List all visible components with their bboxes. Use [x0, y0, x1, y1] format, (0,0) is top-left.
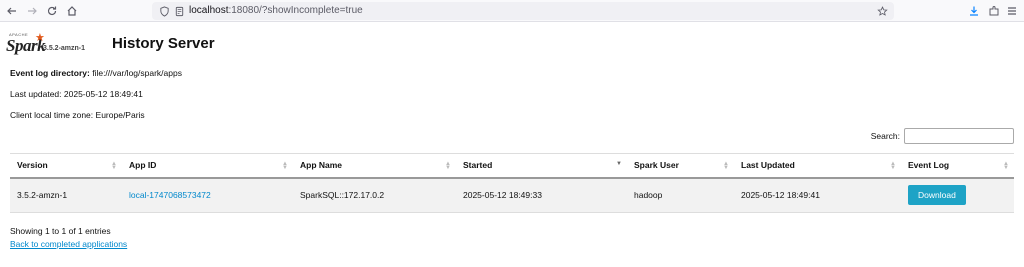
reload-icon[interactable]: [44, 3, 60, 19]
cell-started: 2025-05-12 18:49:33: [456, 177, 627, 213]
downloads-icon[interactable]: [966, 3, 982, 19]
download-button[interactable]: Download: [908, 185, 966, 206]
cell-app-id: local-1747068573472: [122, 177, 293, 213]
shield-icon[interactable]: [158, 5, 170, 17]
cell-event-log: Download: [901, 177, 1014, 213]
table-info: Showing 1 to 1 of 1 entries: [10, 226, 111, 236]
sort-icon: ▲ ▼: [1003, 161, 1009, 171]
column-header-spark-user[interactable]: Spark User ▲ ▼: [627, 153, 734, 179]
table-row: 3.5.2-amzn-1 local-1747068573472 SparkSQ…: [10, 177, 1014, 213]
timezone-value: Europe/Paris: [95, 110, 145, 120]
url-bar[interactable]: localhost:18080/?showIncomplete=true: [152, 2, 894, 20]
bookmark-star-icon[interactable]: [876, 5, 888, 17]
sort-descending-icon: ▼: [616, 161, 622, 167]
url-text: localhost:18080/?showIncomplete=true: [189, 5, 363, 16]
column-header-version[interactable]: Version ▲ ▼: [10, 153, 122, 179]
last-updated-label: Last updated:: [10, 89, 62, 99]
search-input[interactable]: [904, 128, 1014, 144]
home-icon[interactable]: [64, 3, 80, 19]
spark-logo[interactable]: APACHE Spark ★ 3.5.2-amzn-1: [6, 31, 96, 61]
app-id-link[interactable]: local-1747068573472: [129, 190, 211, 200]
sort-icon: ▲ ▼: [111, 161, 117, 171]
cell-version: 3.5.2-amzn-1: [10, 177, 122, 213]
spark-star-icon: ★: [35, 32, 45, 44]
client-timezone: Client local time zone: Europe/Paris: [10, 110, 145, 120]
table-header-row: Version ▲ ▼ App ID ▲ ▼ App Name ▲ ▼ Started ▼ S…: [10, 153, 1014, 179]
back-arrow-icon[interactable]: [4, 3, 20, 19]
cell-spark-user: hadoop: [627, 177, 734, 213]
event-log-value: file:///var/log/spark/apps: [92, 68, 182, 78]
event-log-directory: Event log directory: file:///var/log/spa…: [10, 68, 182, 78]
column-header-event-log[interactable]: Event Log ▲ ▼: [901, 153, 1014, 179]
search: Search:: [871, 128, 1014, 144]
column-header-started[interactable]: Started ▼: [456, 153, 627, 179]
cell-last-updated: 2025-05-12 18:49:41: [734, 177, 901, 213]
event-log-label: Event log directory:: [10, 68, 90, 78]
cell-app-name: SparkSQL::172.17.0.2: [293, 177, 456, 213]
sort-icon: ▲ ▼: [723, 161, 729, 171]
last-updated-value: 2025-05-12 18:49:41: [63, 89, 143, 99]
extensions-icon[interactable]: [986, 3, 1002, 19]
sort-icon: ▲ ▼: [282, 161, 288, 171]
back-to-completed-link[interactable]: Back to completed applications: [10, 239, 127, 249]
search-label: Search:: [870, 131, 900, 141]
column-header-app-name[interactable]: App Name ▲ ▼: [293, 153, 456, 179]
page-info-icon[interactable]: [173, 5, 185, 17]
page-title: History Server: [112, 35, 215, 52]
sort-icon: ▲ ▼: [890, 161, 896, 171]
browser-toolbar: localhost:18080/?showIncomplete=true: [0, 0, 1024, 22]
column-header-last-updated[interactable]: Last Updated ▲ ▼: [734, 153, 901, 179]
timezone-label: Client local time zone:: [10, 110, 94, 120]
sort-icon: ▲ ▼: [445, 161, 451, 171]
spark-version: 3.5.2-amzn-1: [43, 45, 86, 52]
last-updated: Last updated: 2025-05-12 18:49:41: [10, 89, 143, 99]
applications-table: Version ▲ ▼ App ID ▲ ▼ App Name ▲ ▼ Started ▼ S…: [10, 153, 1014, 213]
forward-arrow-icon[interactable]: [24, 3, 40, 19]
column-header-app-id[interactable]: App ID ▲ ▼: [122, 153, 293, 179]
menu-icon[interactable]: [1004, 3, 1020, 19]
